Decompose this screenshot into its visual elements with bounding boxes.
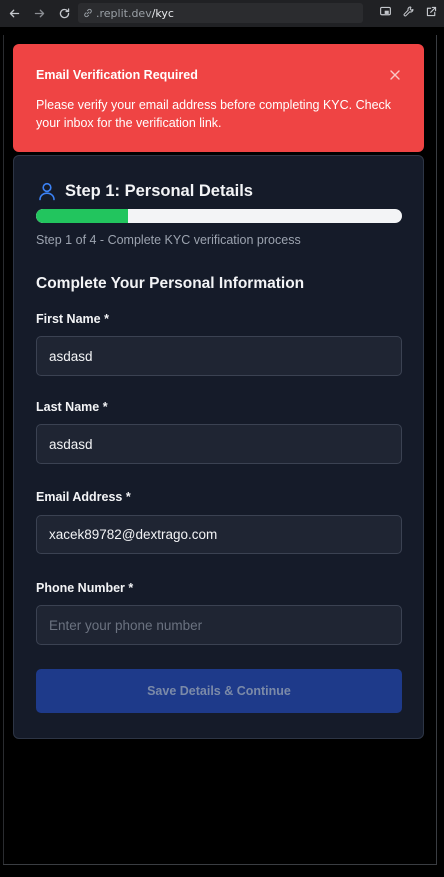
- arrow-right-icon: [34, 9, 44, 18]
- phone-label: Phone Number *: [36, 581, 134, 595]
- address-bar[interactable]: .replit.dev/kyc: [78, 3, 363, 23]
- progress-fill: [36, 209, 128, 223]
- url-host: .replit.dev: [96, 6, 152, 20]
- link-icon: [84, 8, 92, 18]
- arrow-left-icon: [9, 9, 19, 18]
- alert-title: Email Verification Required: [36, 68, 198, 82]
- user-icon: [39, 182, 55, 201]
- close-icon: [390, 70, 400, 80]
- first-name-input[interactable]: [36, 336, 402, 376]
- frame-border-bottom: [3, 864, 437, 865]
- forward-button[interactable]: [28, 3, 50, 25]
- section-title: Complete Your Personal Information: [36, 275, 305, 292]
- back-button[interactable]: [3, 3, 25, 25]
- browser-toolbar: .replit.dev/kyc: [0, 0, 444, 27]
- card-title: Step 1: Personal Details: [65, 181, 253, 200]
- first-name-label: First Name *: [36, 312, 109, 326]
- email-verification-alert: Email Verification Required Please verif…: [13, 44, 424, 152]
- step-subtitle: Step 1 of 4 - Complete KYC verification …: [36, 233, 301, 247]
- card-header: Step 1: Personal Details: [37, 181, 253, 201]
- last-name-input[interactable]: [36, 424, 402, 464]
- frame-border-right: [436, 35, 437, 865]
- external-link-icon: [426, 6, 436, 16]
- open-external-button[interactable]: [424, 4, 438, 18]
- last-name-label: Last Name *: [36, 400, 108, 414]
- cast-button[interactable]: [378, 4, 392, 18]
- wrench-icon: [403, 6, 413, 16]
- screen-icon: [379, 6, 391, 15]
- email-label: Email Address *: [36, 490, 131, 504]
- frame-border-left: [3, 35, 4, 865]
- alert-close-button[interactable]: [389, 68, 401, 80]
- alert-message: Please verify your email address before …: [36, 98, 392, 130]
- reload-button[interactable]: [53, 3, 75, 25]
- kyc-form-card: Step 1: Personal Details Step 1 of 4 - C…: [13, 155, 424, 739]
- progress-bar: [36, 209, 402, 223]
- devtools-button[interactable]: [401, 4, 415, 18]
- phone-input[interactable]: [36, 605, 402, 645]
- url-path: /kyc: [151, 6, 174, 20]
- save-continue-button[interactable]: Save Details & Continue: [36, 669, 402, 713]
- email-input[interactable]: [36, 515, 402, 554]
- reload-icon: [59, 8, 69, 19]
